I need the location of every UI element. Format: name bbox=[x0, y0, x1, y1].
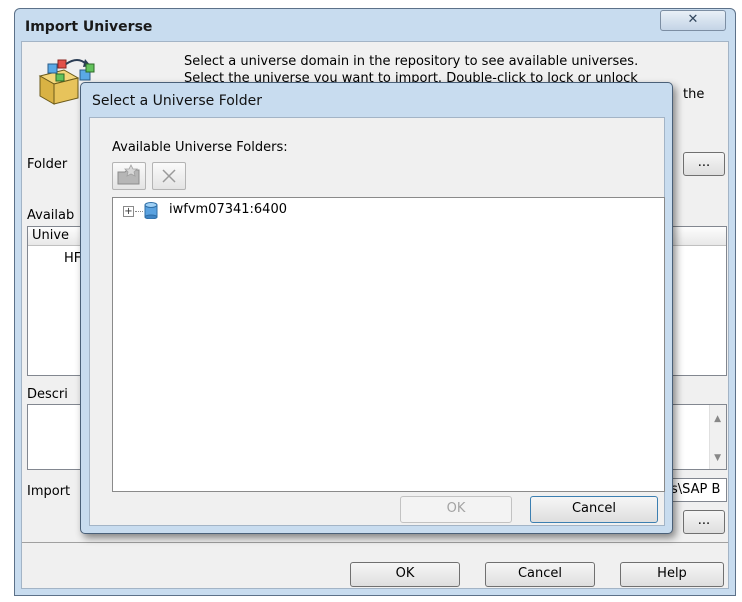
dialog-title: Import Universe bbox=[25, 19, 153, 35]
new-folder-icon bbox=[117, 164, 140, 185]
help-button[interactable]: Help bbox=[620, 562, 724, 587]
import-folder-path: s\SAP B bbox=[671, 482, 721, 497]
column-header-universe[interactable]: Unive bbox=[32, 228, 69, 243]
cancel-button[interactable]: Cancel bbox=[485, 562, 595, 587]
delete-button[interactable] bbox=[152, 162, 186, 190]
dialog-title: Select a Universe Folder bbox=[92, 93, 262, 109]
scroll-down-icon[interactable]: ▼ bbox=[714, 453, 721, 463]
select-universe-folder-dialog: Select a Universe Folder Available Unive… bbox=[80, 82, 673, 534]
scroll-up-icon[interactable]: ▲ bbox=[714, 414, 721, 424]
ok-button[interactable]: OK bbox=[400, 496, 512, 523]
dialog-body: Available Universe Folders: + iwfvm07341… bbox=[89, 117, 665, 526]
instruction-line-1: Select a universe domain in the reposito… bbox=[184, 54, 639, 69]
folder-tree[interactable]: + iwfvm07341:6400 bbox=[112, 197, 665, 492]
ok-button[interactable]: OK bbox=[350, 562, 460, 587]
new-folder-button[interactable] bbox=[112, 162, 146, 190]
instruction-line-3: the bbox=[683, 87, 705, 102]
list-item[interactable]: HF bbox=[64, 251, 81, 266]
divider bbox=[22, 542, 728, 543]
close-button[interactable]: ✕ bbox=[660, 10, 726, 31]
import-folder-label: Import bbox=[27, 484, 71, 499]
available-universes-label: Availab bbox=[27, 208, 75, 223]
tree-connector bbox=[135, 211, 143, 212]
tree-expand-icon[interactable]: + bbox=[123, 206, 134, 217]
tree-node-server[interactable]: iwfvm07341:6400 bbox=[169, 202, 287, 217]
folder-label: Folder bbox=[27, 157, 68, 172]
folders-label: Available Universe Folders: bbox=[112, 140, 288, 155]
cancel-button[interactable]: Cancel bbox=[530, 496, 658, 523]
repository-server-icon bbox=[144, 202, 158, 219]
browse-import-button[interactable]: ... bbox=[683, 510, 725, 534]
browse-folder-button[interactable]: ... bbox=[683, 152, 725, 176]
description-label: Descri bbox=[27, 387, 68, 402]
delete-icon bbox=[162, 169, 176, 183]
